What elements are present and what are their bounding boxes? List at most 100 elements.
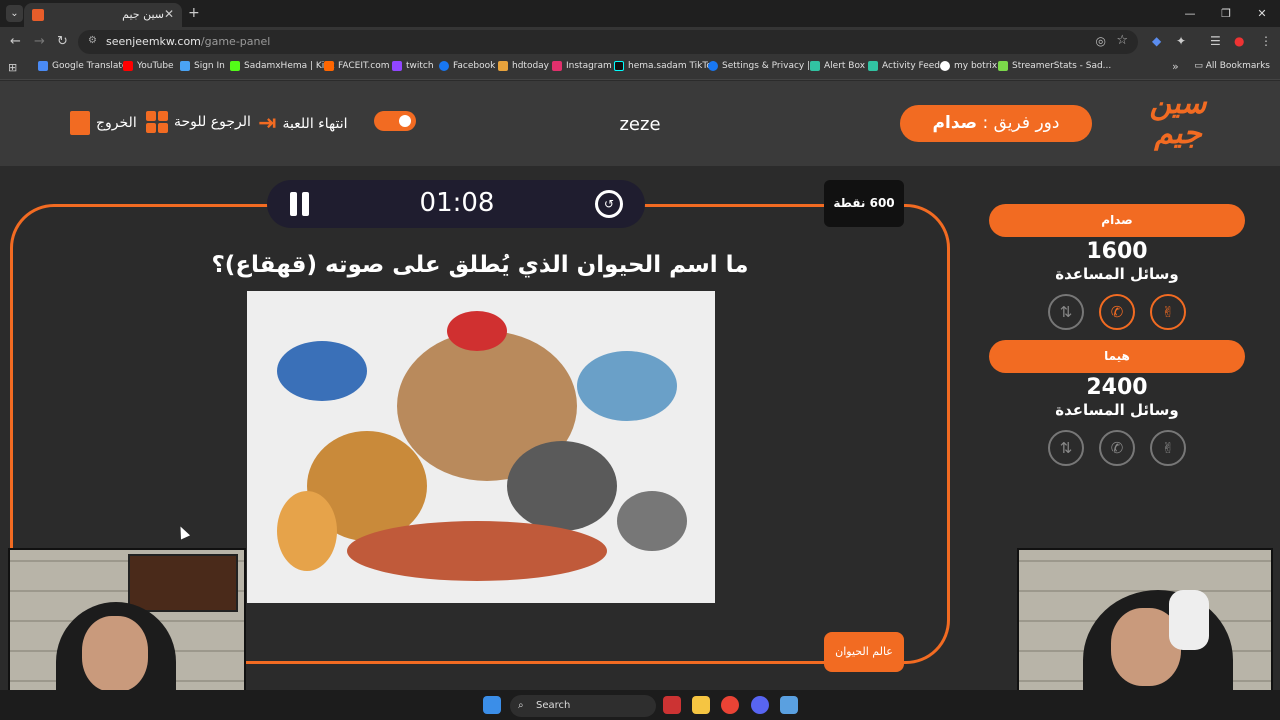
reload-button[interactable]: ↻ (57, 34, 68, 49)
profile-avatar[interactable]: ● (1234, 34, 1244, 48)
tab-groups-icon[interactable]: ☰ (1210, 34, 1221, 48)
tab-search-dropdown[interactable]: ⌄ (6, 5, 23, 22)
bookmark-item[interactable]: hema.sadam TikTok (614, 61, 717, 71)
new-tab-button[interactable]: + (188, 5, 200, 21)
pause-button[interactable] (289, 192, 311, 216)
bookmark-item[interactable]: Activity Feed (868, 61, 940, 71)
logo: سين جيم (1149, 86, 1207, 151)
bookmark-label: Settings & Privacy |... (722, 61, 819, 71)
extensions-puzzle-icon[interactable]: ✦ (1176, 34, 1186, 48)
team-1-swap-icon[interactable]: ⇅ (1048, 294, 1084, 330)
all-bookmarks-folder[interactable]: ▭ All Bookmarks (1194, 61, 1270, 71)
file-explorer-icon[interactable] (692, 696, 710, 714)
bookmark-item[interactable]: Sign In (180, 61, 225, 71)
question-points: 600 نقطة (824, 180, 904, 227)
app-icon[interactable] (663, 696, 681, 714)
bookmark-item[interactable]: Settings & Privacy |... (708, 61, 819, 71)
team-2-help-label: وسائل المساعدة (1055, 401, 1179, 419)
timer-bar: 01:08 ↺ (267, 180, 645, 228)
team-2-call-icon[interactable]: ✆ (1099, 430, 1135, 466)
apps-grid-icon[interactable]: ⊞ (8, 61, 17, 74)
exit-button[interactable]: الخروج (70, 111, 137, 135)
all-bookmarks-label: All Bookmarks (1205, 61, 1270, 71)
end-game-label: انتهاء اللعبة (282, 115, 348, 132)
team-1-help-label: وسائل المساعدة (1055, 265, 1179, 283)
team-2-double-icon[interactable]: ✌ (1150, 430, 1186, 466)
bookmark-item[interactable]: Instagram (552, 61, 612, 71)
address-bar-row: ← → ↻ ⚙ seenjeemkw.com/game-panel ◎ ☆ ◆ … (0, 27, 1280, 57)
bookmark-item[interactable]: FACEIT.com (324, 61, 390, 71)
eye-off-icon[interactable]: ◎ (1096, 34, 1106, 48)
bookmark-label: YouTube (137, 61, 174, 71)
reset-timer-icon[interactable]: ↺ (595, 190, 623, 218)
bookmark-label: hdtoday (512, 61, 550, 71)
bookmark-label: Sign In (194, 61, 225, 71)
bookmark-item[interactable]: hdtoday (498, 61, 549, 71)
end-game-button[interactable] (374, 111, 416, 131)
site-info-icon[interactable]: ⚙ (88, 35, 100, 47)
webcam-left (8, 548, 246, 712)
bookmark-item[interactable]: my botrix (940, 61, 997, 71)
bookmark-star-icon[interactable]: ☆ (1116, 33, 1128, 48)
bookmark-label: SadamxHema | Kick (244, 61, 335, 71)
team-2-name: هيما (989, 340, 1245, 373)
question-text: ما اسم الحيوان الذي يُطلق على صوته (قهقا… (211, 252, 749, 278)
extension-icon[interactable]: ◆ (1152, 34, 1161, 48)
windows-start-icon[interactable] (483, 696, 501, 714)
turn-prefix: دور فريق : (977, 113, 1060, 133)
end-game-toggle[interactable] (374, 111, 416, 131)
game-header: سين جيم دور فريق : صدام zeze ⇥ انتهاء ال… (0, 81, 1280, 166)
team-turn-indicator: دور فريق : صدام (900, 105, 1092, 142)
menu-icon[interactable]: ⋮ (1260, 34, 1272, 48)
bookmark-label: Instagram (566, 61, 612, 71)
app-window-icon[interactable] (780, 696, 798, 714)
arrow-right-icon: ⇥ (258, 111, 277, 136)
bookmark-label: Facebook (453, 61, 496, 71)
more-bookmarks-icon[interactable]: » (1172, 60, 1179, 73)
minimize-button[interactable]: — (1172, 0, 1208, 27)
discord-icon[interactable] (751, 696, 769, 714)
end-game-label-group[interactable]: ⇥ انتهاء اللعبة (258, 111, 347, 136)
question-image (247, 291, 715, 603)
close-tab-icon[interactable]: ✕ (164, 7, 174, 21)
turn-team-name: صدام (932, 113, 978, 133)
forward-button[interactable]: → (34, 34, 45, 49)
bookmark-item[interactable]: StreamerStats - Sad... (998, 61, 1111, 71)
close-window-button[interactable]: ✕ (1244, 0, 1280, 27)
bookmark-item[interactable]: YouTube (123, 61, 174, 71)
url-path: /game-panel (200, 35, 271, 48)
omnibox[interactable]: ⚙ seenjeemkw.com/game-panel ◎ ☆ (78, 30, 1138, 54)
taskbar: ⌕ Search (0, 690, 1280, 720)
webcam-right (1017, 548, 1273, 712)
search-icon: ⌕ (518, 700, 524, 711)
bookmark-label: FACEIT.com (338, 61, 390, 71)
bookmark-item[interactable]: Alert Box (810, 61, 865, 71)
team-2-score: 2400 (1086, 375, 1148, 400)
maximize-button[interactable]: ❐ (1208, 0, 1244, 27)
bookmark-item[interactable]: Facebook (439, 61, 495, 71)
back-to-board-button[interactable]: الرجوع للوحة (146, 111, 251, 133)
chrome-icon[interactable] (721, 696, 739, 714)
taskbar-search[interactable]: ⌕ Search (510, 695, 656, 717)
team-1-name: صدام (989, 204, 1245, 237)
game-name: zeze (619, 114, 661, 135)
site-favicon-icon (32, 9, 44, 21)
bookmark-label: my botrix (954, 61, 998, 71)
team-1-call-icon[interactable]: ✆ (1099, 294, 1135, 330)
bookmark-label: twitch (406, 61, 434, 71)
bookmark-item[interactable]: Google Translate (38, 61, 127, 71)
back-button[interactable]: ← (10, 34, 21, 49)
browser-tab-strip: ⌄ سين جيم ✕ + — ❐ ✕ (0, 0, 1280, 27)
team-1-double-icon[interactable]: ✌ (1150, 294, 1186, 330)
browser-tab[interactable]: سين جيم ✕ (24, 3, 182, 27)
exit-door-icon (70, 111, 90, 135)
board-grid-icon (146, 111, 168, 133)
team-2-swap-icon[interactable]: ⇅ (1048, 430, 1084, 466)
window-controls: — ❐ ✕ (1172, 0, 1280, 27)
bookmark-item[interactable]: SadamxHema | Kick (230, 61, 334, 71)
bookmark-label: Google Translate (52, 61, 128, 71)
bookmark-item[interactable]: twitch (392, 61, 434, 71)
url-text[interactable]: seenjeemkw.com/game-panel (106, 35, 270, 48)
bookmark-label: Alert Box (824, 61, 866, 71)
url-host: seenjeemkw.com (106, 35, 201, 48)
